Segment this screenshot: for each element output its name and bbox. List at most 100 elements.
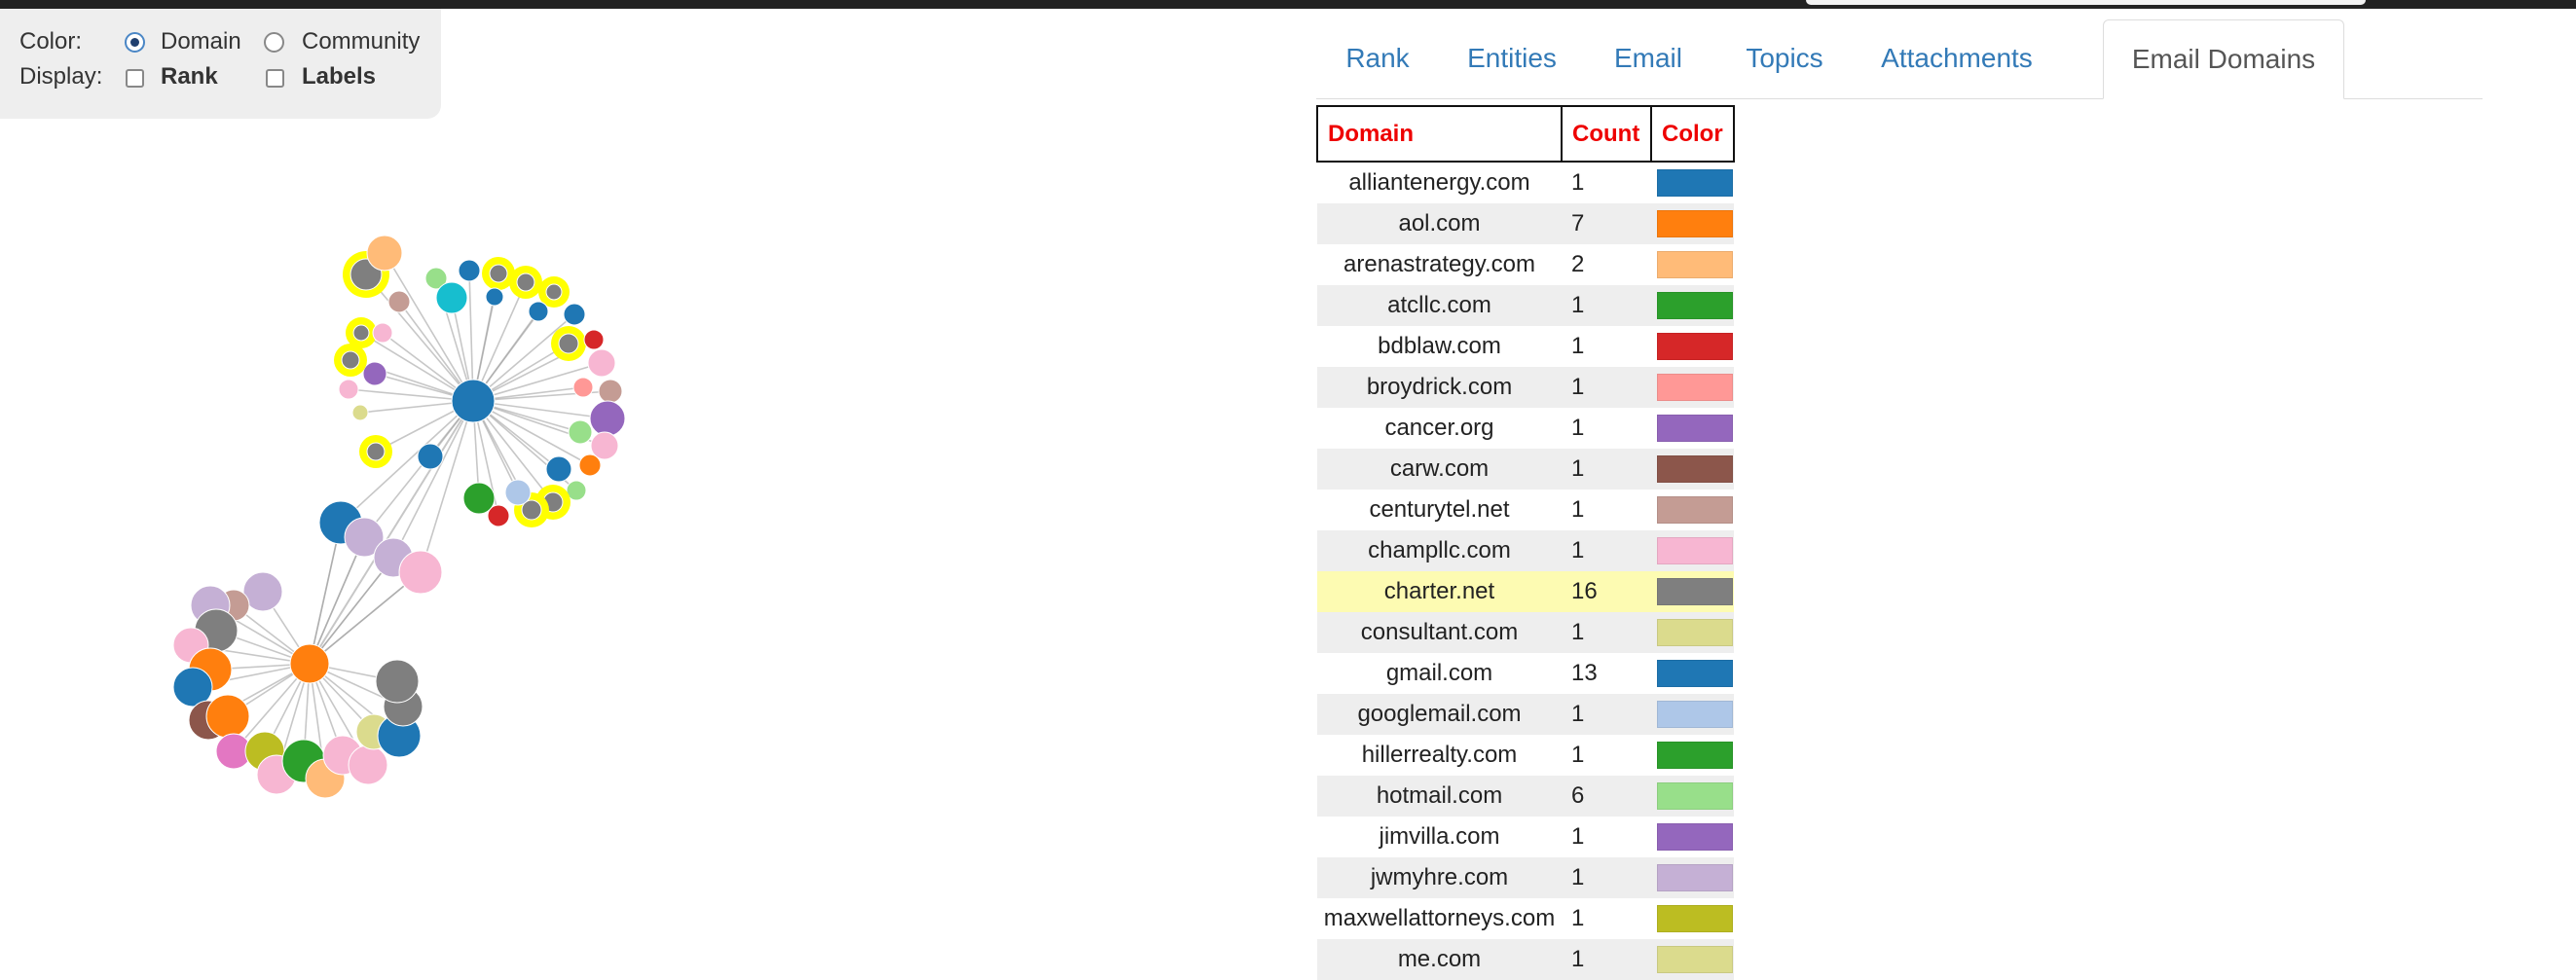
color-swatch <box>1657 374 1733 401</box>
graph-node <box>589 400 626 437</box>
graph-edge <box>309 557 394 665</box>
email-network-graph[interactable] <box>0 119 1266 962</box>
count-cell: 1 <box>1571 496 1585 523</box>
graph-edge <box>363 400 474 538</box>
tab-topics[interactable]: Topics <box>1711 19 1858 97</box>
table-header-row: Domain Count Color <box>1316 105 1735 163</box>
table-row[interactable]: googlemail.com 1 <box>1317 694 1734 735</box>
domain-cell[interactable]: broydrick.com <box>1317 367 1562 408</box>
domain-cell[interactable]: champllc.com <box>1317 530 1562 571</box>
domain-cell[interactable]: jwmyhre.com <box>1317 857 1562 898</box>
count-cell: 1 <box>1571 742 1585 768</box>
table-row[interactable]: alliantenergy.com 1 <box>1317 162 1734 203</box>
graph-edge <box>392 400 474 559</box>
color-cell <box>1651 817 1734 857</box>
table-row[interactable]: arenastrategy.com 2 <box>1317 244 1734 285</box>
node-circle <box>348 744 388 785</box>
table-row[interactable]: atcllc.com 1 <box>1317 285 1734 326</box>
color-swatch <box>1657 496 1733 524</box>
domain-cell[interactable]: maxwellattorneys.com <box>1317 898 1562 939</box>
domain-column-header[interactable]: Domain <box>1316 105 1563 163</box>
graph-node <box>398 550 443 595</box>
domain-cell[interactable]: centurytel.net <box>1317 490 1562 530</box>
color-cell <box>1651 776 1734 817</box>
top-nav-bar <box>0 0 2576 9</box>
graph-node <box>485 287 504 307</box>
table-row[interactable]: hotmail.com 6 <box>1317 776 1734 817</box>
color-domain-radio[interactable] <box>125 32 145 53</box>
domain-cell[interactable]: atcllc.com <box>1317 285 1562 326</box>
table-row[interactable]: consultant.com 1 <box>1317 612 1734 653</box>
count-cell: 6 <box>1562 776 1651 817</box>
tab-attachments[interactable]: Attachments <box>1858 19 2056 97</box>
domain-cell[interactable]: googlemail.com <box>1317 694 1562 735</box>
graph-node <box>375 659 420 704</box>
graph-node <box>372 322 393 344</box>
count-column-header[interactable]: Count <box>1561 105 1652 163</box>
table-row[interactable]: jwmyhre.com 1 <box>1317 857 1734 898</box>
display-labels-label[interactable]: Labels <box>302 63 376 91</box>
domain-cell[interactable]: cancer.org <box>1317 408 1562 449</box>
graph-node <box>528 301 549 322</box>
color-column-header[interactable]: Color <box>1650 105 1735 163</box>
node-circle <box>366 235 403 272</box>
graph-node <box>504 479 532 506</box>
display-labels-checkbox[interactable] <box>266 69 284 88</box>
color-cell <box>1651 898 1734 939</box>
domain-rows: alliantenergy.com 1 aol.com 7 arenastrategy.… <box>1317 162 1734 980</box>
domain-cell[interactable]: consultant.com <box>1317 612 1562 653</box>
color-swatch <box>1657 169 1733 197</box>
table-row[interactable]: aol.com 7 <box>1317 203 1734 244</box>
graph-node <box>387 290 411 313</box>
table-row[interactable]: centurytel.net 1 <box>1317 490 1734 530</box>
color-swatch <box>1657 578 1733 605</box>
table-row[interactable]: jimvilla.com 1 <box>1317 817 1734 857</box>
domain-cell[interactable]: me.com <box>1317 939 1562 980</box>
domain-cell[interactable]: carw.com <box>1317 449 1562 490</box>
graph-node <box>578 454 602 477</box>
display-rank-checkbox[interactable] <box>126 69 144 88</box>
count-cell: 13 <box>1571 660 1598 686</box>
tab-email-domains[interactable]: Email Domains <box>2103 19 2344 99</box>
color-cell <box>1651 449 1734 490</box>
domain-cell[interactable]: hillerrealty.com <box>1317 735 1562 776</box>
domain-cell[interactable]: jimvilla.com <box>1317 817 1562 857</box>
domain-cell[interactable]: aol.com <box>1317 203 1562 244</box>
domain-cell[interactable]: hotmail.com <box>1317 776 1562 817</box>
table-row[interactable]: broydrick.com 1 <box>1317 367 1734 408</box>
color-community-label[interactable]: Community <box>302 28 420 55</box>
table-row[interactable]: gmail.com 13 <box>1317 653 1734 694</box>
node-circle <box>462 482 496 515</box>
domain-cell[interactable]: alliantenergy.com <box>1317 162 1562 203</box>
graph-node <box>338 379 359 400</box>
table-row[interactable]: maxwellattorneys.com 1 <box>1317 898 1734 939</box>
table-row[interactable]: bdblaw.com 1 <box>1317 326 1734 367</box>
table-row[interactable]: cancer.org 1 <box>1317 408 1734 449</box>
color-swatch <box>1657 782 1733 810</box>
table-row[interactable]: me.com 1 <box>1317 939 1734 980</box>
color-domain-label[interactable]: Domain <box>161 28 241 55</box>
count-cell: 1 <box>1562 939 1651 980</box>
tab-entities[interactable]: Entities <box>1439 19 1585 97</box>
graph-node <box>572 377 594 398</box>
table-row[interactable]: carw.com 1 <box>1317 449 1734 490</box>
search-box-edge[interactable] <box>1806 0 2366 5</box>
table-row[interactable]: hillerrealty.com 1 <box>1317 735 1734 776</box>
node-circle <box>578 454 602 477</box>
node-circle <box>458 259 481 282</box>
tab-rank[interactable]: Rank <box>1316 19 1439 97</box>
display-rank-label[interactable]: Rank <box>161 63 218 91</box>
color-cell <box>1651 490 1734 530</box>
domain-cell[interactable]: charter.net <box>1317 571 1562 612</box>
domain-cell[interactable]: arenastrategy.com <box>1317 244 1562 285</box>
table-row[interactable]: charter.net 16 <box>1317 571 1734 612</box>
node-circle <box>366 442 386 461</box>
domain-cell[interactable]: bdblaw.com <box>1317 326 1562 367</box>
table-row[interactable]: champllc.com 1 <box>1317 530 1734 571</box>
count-cell: 16 <box>1562 571 1651 612</box>
color-community-radio[interactable] <box>264 32 284 53</box>
color-cell <box>1651 857 1734 898</box>
tab-email[interactable]: Email <box>1585 19 1711 97</box>
domain-cell[interactable]: gmail.com <box>1317 653 1562 694</box>
color-swatch <box>1657 333 1733 360</box>
